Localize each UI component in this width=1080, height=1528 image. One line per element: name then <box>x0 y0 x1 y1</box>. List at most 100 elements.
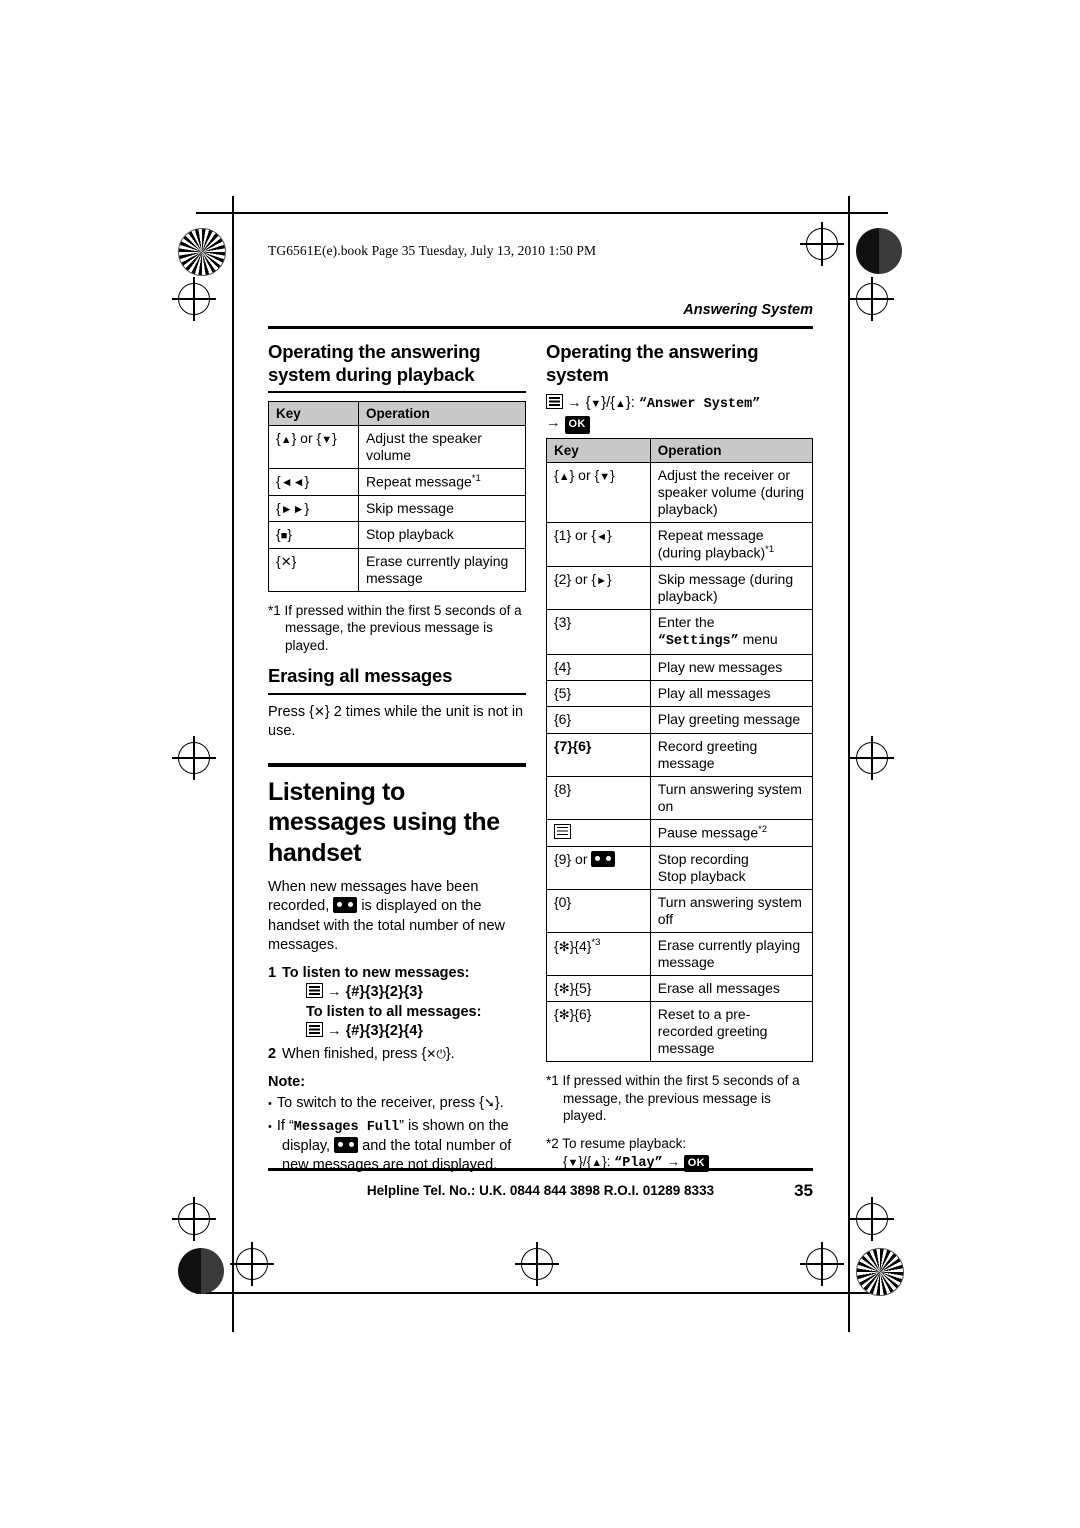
table-row: {8} Turn answering system on <box>546 775 814 820</box>
registration-dot-bottom-left <box>178 1248 224 1294</box>
playback-key-table-wrapper: Key Operation {▲} or {▼} Adjust the spea… <box>268 401 527 592</box>
key-cell: {✻}{4}*3 <box>546 931 651 977</box>
col-header-key: Key <box>546 437 651 463</box>
table-row: {6} Play greeting message <box>546 706 814 734</box>
crop-mark-vertical-right <box>848 196 850 1332</box>
stop-key-icon <box>591 850 616 867</box>
registration-cross-left-middle <box>172 736 216 780</box>
table-row: {▲} or {▼} Adjust the speaker volume <box>268 425 527 470</box>
operation-cell: Erase currently playing message <box>357 547 527 592</box>
registration-cross-right-upper <box>850 277 894 321</box>
operation-cell: Turn answering system off <box>649 888 814 933</box>
intro-paragraph: When new messages have been recorded, is… <box>268 878 526 955</box>
step1-label: To listen to new messages: <box>282 964 470 981</box>
menu-icon <box>306 983 323 999</box>
page-title: Listening to messages using the handset <box>268 777 500 867</box>
crop-mark-horizontal-top <box>196 212 888 214</box>
table-row: {✻}{5} Erase all messages <box>546 975 814 1003</box>
col-header-operation: Operation <box>357 401 527 427</box>
erase-key-glyph: {✕} <box>309 703 330 720</box>
left-footnote-1: *1 If pressed within the first 5 seconds… <box>268 602 522 653</box>
key-cell: {▲} or {▼} <box>268 425 359 470</box>
key-cell: {▲} or {▼} <box>546 461 651 523</box>
operation-cell: Repeat message (during playback)*1 <box>649 521 814 567</box>
ok-button-icon: OK <box>564 416 590 434</box>
table-row: {2} or {►} Skip message (during playback… <box>546 565 814 610</box>
col-header-key: Key <box>268 401 359 427</box>
chapter-title: Answering System <box>683 302 813 318</box>
file-header: TG6561E(e).book Page 35 Tuesday, July 13… <box>268 243 597 258</box>
registration-cross-bottom-right-2 <box>800 1242 844 1286</box>
left-section-heading: Operating the answering system during pl… <box>268 340 526 394</box>
table-header-row: Key Operation <box>268 401 527 427</box>
operation-cell: Stop playback <box>357 521 527 549</box>
new-message-icon-2 <box>334 1136 359 1153</box>
big-title-rule <box>268 762 526 767</box>
crop-mark-horizontal-bottom <box>196 1292 888 1294</box>
key-cell: {✻}{6} <box>546 1001 651 1063</box>
new-message-icon <box>333 897 358 914</box>
table-row: {◄◄} Repeat message*1 <box>268 468 527 497</box>
table-row: {1} or {◄} Repeat message (during playba… <box>546 521 814 567</box>
operation-cell: Record greeting message <box>649 732 814 777</box>
page-number: 35 <box>794 1181 813 1200</box>
operation-cell: Erase currently playing message <box>649 931 814 977</box>
registration-star-top-left <box>178 228 226 276</box>
table-row: {4} Play new messages <box>546 654 814 682</box>
note2-text-1: If “ <box>276 1118 294 1135</box>
note1-text: To switch to the receiver, press <box>276 1095 480 1112</box>
note-label: Note: <box>268 1073 306 1090</box>
key-cell: {8} <box>546 775 651 820</box>
table-row: {7}{6} Record greeting message <box>546 732 814 777</box>
operation-cell: Pause message*2 <box>649 818 814 847</box>
right-footnote-1: *1 If pressed within the first 5 seconds… <box>546 1073 800 1124</box>
table-header-row: Key Operation <box>546 437 814 463</box>
manual-page: TG6561E(e).book Page 35 Tuesday, July 13… <box>0 0 1080 1528</box>
registration-cross-bottom-left-2 <box>230 1242 274 1286</box>
key-cell: {◄◄} <box>268 468 359 497</box>
table-row: {▲} or {▼} Adjust the receiver or speake… <box>546 461 814 523</box>
operation-cell: Play greeting message <box>649 706 814 734</box>
operation-cell: Skip message <box>357 495 527 523</box>
registration-cross-right-lower <box>850 1197 894 1241</box>
key-cell: {2} or {►} <box>546 565 651 610</box>
receiver-key-glyph: {➘} <box>479 1095 500 1112</box>
step1-keys-2: {#}{3}{2}{4} <box>345 1023 423 1040</box>
operation-cell: Skip message (during playback) <box>649 565 814 610</box>
operation-cell: Erase all messages <box>649 975 814 1003</box>
step2-text: When finished, press <box>282 1046 422 1063</box>
registration-cross-right-middle <box>850 736 894 780</box>
table-row: {►►} Skip message <box>268 495 527 523</box>
erase-text-pre: Press <box>268 703 310 720</box>
operation-cell: Play new messages <box>649 654 814 682</box>
list-item: If “Messages Full” is shown on the displ… <box>268 1117 526 1175</box>
key-cell: {✕} <box>268 547 359 592</box>
col-header-operation: Operation <box>649 437 814 463</box>
right-column: Operating the answering system → {▼}/{▲}… <box>546 340 814 1182</box>
key-cell: {0} <box>546 888 651 933</box>
step1-keys: {#}{3}{2}{3} <box>345 984 423 1001</box>
key-cell: {3} <box>546 608 651 656</box>
note2-mono: Messages Full <box>293 1120 400 1136</box>
registration-cross-top-center <box>800 222 844 266</box>
step2-key-glyph: {✕⏻} <box>421 1046 451 1063</box>
erasing-all-heading: Erasing all messages <box>268 664 526 695</box>
up-key-glyph-2: {▲} <box>586 1153 607 1169</box>
operation-cell: Repeat message*1 <box>357 468 527 497</box>
table-row: {5} Play all messages <box>546 680 814 708</box>
registration-cross-bottom-center <box>515 1242 559 1286</box>
operation-cell: Reset to a pre-recorded greeting message <box>649 1001 814 1063</box>
step1-label-2: To listen to all messages: <box>306 1003 482 1020</box>
steps-list: 1 To listen to new messages: → {#}{3}{2}{… <box>268 964 526 1065</box>
up-key-glyph: {▲} <box>610 395 631 412</box>
pause-key-icon <box>554 823 571 839</box>
key-cell: {9} or <box>546 845 651 890</box>
registration-cross-left-lower <box>172 1197 216 1241</box>
operation-cell: Adjust the receiver or speaker volume (d… <box>649 461 814 523</box>
list-item: To switch to the receiver, press {➘}. <box>268 1094 526 1113</box>
operation-cell: Adjust the speaker volume <box>357 425 527 470</box>
right-footnote-2: *2 To resume playback: {▼}/{▲}: “Play” →… <box>546 1135 813 1172</box>
key-cell: {►►} <box>268 495 359 523</box>
table-row: {3} Enter the “Settings” menu <box>546 608 814 656</box>
left-column: Operating the answering system during pl… <box>268 340 527 1179</box>
